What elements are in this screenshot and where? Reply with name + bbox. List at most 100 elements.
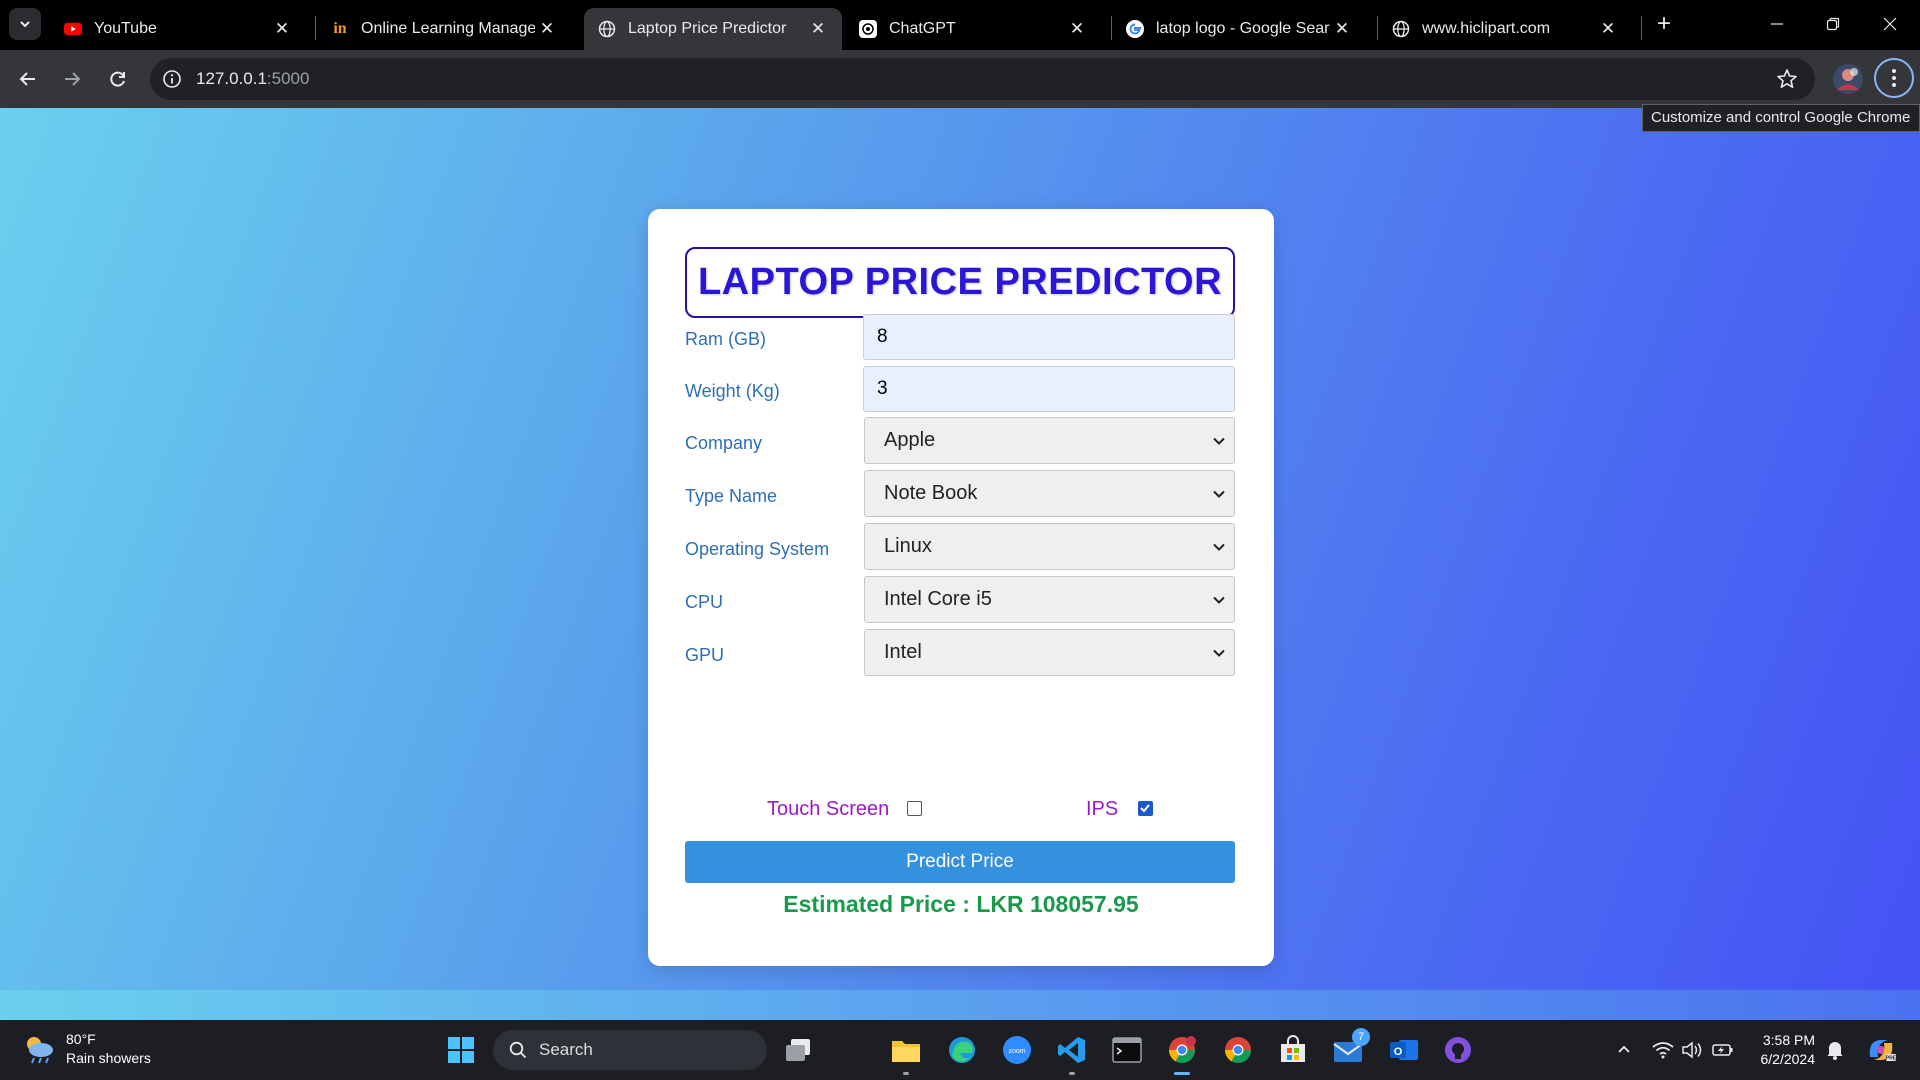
- chevron-down-icon: [20, 21, 30, 28]
- zoom-button[interactable]: zoom: [1001, 1034, 1033, 1066]
- ips-checkbox[interactable]: [1138, 801, 1153, 816]
- chevron-down-icon: [1213, 649, 1225, 657]
- arrow-right-icon: [65, 72, 81, 86]
- bookmark-star-icon[interactable]: [1775, 67, 1799, 91]
- new-tab-button[interactable]: +: [1650, 11, 1678, 39]
- vscode-button[interactable]: [1056, 1034, 1088, 1075]
- company-select-value: Apple: [884, 429, 936, 451]
- tab-hiclipart[interactable]: www.hiclipart.com ✕: [1378, 8, 1632, 50]
- search-icon: [509, 1041, 527, 1059]
- chevron-down-icon: [1213, 543, 1225, 551]
- gpu-select-value: Intel: [884, 641, 922, 663]
- show-hidden-icons-button[interactable]: [1612, 1038, 1636, 1062]
- cpu-label: CPU: [685, 592, 724, 612]
- chrome-profile-button[interactable]: [1166, 1034, 1198, 1075]
- site-info-icon[interactable]: [162, 69, 182, 89]
- battery-button[interactable]: [1711, 1038, 1735, 1062]
- terminal-button[interactable]: [1111, 1034, 1143, 1066]
- clock-time: 3:58 PM: [1762, 1032, 1815, 1048]
- battery-charging-icon: [1712, 1044, 1733, 1056]
- reload-button[interactable]: [102, 63, 134, 95]
- copilot-icon: PRE: [1869, 1040, 1896, 1062]
- system-clock[interactable]: 3:58 PM 6/2/2024: [1755, 1031, 1816, 1069]
- company-select[interactable]: Apple: [864, 417, 1235, 464]
- tab-search-button[interactable]: [9, 8, 41, 40]
- task-view-button[interactable]: [782, 1034, 814, 1066]
- speaker-icon: [1682, 1041, 1702, 1059]
- tab-laptop-price-predictor[interactable]: Laptop Price Predictor ✕: [584, 8, 842, 50]
- active-indicator: [1174, 1072, 1190, 1075]
- close-icon[interactable]: ✕: [1596, 19, 1620, 39]
- minimize-button[interactable]: [1754, 8, 1800, 40]
- github-icon: [1445, 1037, 1471, 1063]
- notifications-button[interactable]: [1823, 1038, 1847, 1062]
- lms-icon: in: [333, 20, 347, 37]
- type-name-select-value: Note Book: [884, 482, 978, 504]
- address-bar[interactable]: 127.0.0.1:5000: [150, 58, 1815, 100]
- tab-chatgpt[interactable]: ChatGPT ✕: [845, 8, 1101, 50]
- estimated-price-text: Estimated Price : LKR 108057.95: [783, 891, 1139, 917]
- close-icon[interactable]: ✕: [806, 19, 830, 39]
- store-button[interactable]: [1277, 1034, 1309, 1066]
- folder-icon: [892, 1041, 920, 1062]
- os-select[interactable]: Linux: [864, 523, 1235, 570]
- file-explorer-button[interactable]: [890, 1034, 922, 1075]
- start-button[interactable]: [445, 1034, 477, 1066]
- github-button[interactable]: [1442, 1034, 1474, 1066]
- edge-icon: [949, 1037, 975, 1063]
- outlook-button[interactable]: O: [1388, 1034, 1420, 1066]
- wifi-icon: [1652, 1042, 1674, 1059]
- restore-button[interactable]: [1810, 8, 1856, 40]
- tab-separator: [1641, 16, 1642, 40]
- profile-avatar[interactable]: [1832, 63, 1864, 95]
- menu-tooltip: Customize and control Google Chrome: [1642, 104, 1920, 132]
- store-icon: [1281, 1035, 1305, 1062]
- tab-google-search[interactable]: latop logo - Google Search ✕: [1112, 8, 1366, 50]
- ram-input[interactable]: 8: [863, 314, 1235, 360]
- close-icon[interactable]: ✕: [1065, 19, 1089, 39]
- type-name-select[interactable]: Note Book: [864, 470, 1235, 517]
- mail-badge: 7: [1352, 1028, 1370, 1046]
- tab-title: Online Learning Managem: [361, 20, 535, 37]
- chrome-icon: [1168, 1036, 1196, 1064]
- wifi-button[interactable]: [1651, 1038, 1675, 1062]
- google-icon: [1126, 20, 1144, 38]
- touch-screen-label: Touch Screen: [767, 798, 890, 820]
- terminal-icon: [1112, 1037, 1142, 1063]
- chrome-button[interactable]: [1222, 1034, 1254, 1066]
- volume-button[interactable]: [1680, 1038, 1704, 1062]
- chrome-menu-button[interactable]: [1874, 58, 1914, 98]
- svg-text:PRE: PRE: [1886, 1056, 1896, 1062]
- close-icon[interactable]: ✕: [1330, 19, 1354, 39]
- close-window-button[interactable]: [1867, 8, 1913, 40]
- tab-lms[interactable]: in Online Learning Managem ✕: [317, 8, 571, 50]
- close-icon[interactable]: ✕: [270, 19, 294, 39]
- tab-youtube[interactable]: YouTube ✕: [50, 8, 306, 50]
- forward-button[interactable]: [56, 63, 88, 95]
- weather-widget[interactable]: 80°F Rain showers: [22, 1030, 151, 1068]
- cpu-select[interactable]: Intel Core i5: [864, 576, 1235, 623]
- close-icon[interactable]: ✕: [535, 19, 559, 39]
- outlook-icon: O: [1390, 1040, 1418, 1060]
- back-button[interactable]: [12, 63, 44, 95]
- gpu-select[interactable]: Intel: [864, 629, 1235, 676]
- mail-button[interactable]: 7: [1332, 1028, 1370, 1066]
- tab-title: Laptop Price Predictor: [628, 20, 787, 37]
- edge-button[interactable]: [946, 1034, 978, 1066]
- windows-logo-icon: [448, 1037, 474, 1063]
- open-indicator: [1069, 1072, 1075, 1075]
- zoom-icon: zoom: [1003, 1036, 1031, 1064]
- copilot-button[interactable]: PRE: [1866, 1035, 1896, 1065]
- weather-description: Rain showers: [66, 1050, 151, 1066]
- touch-screen-checkbox[interactable]: [907, 801, 922, 816]
- predict-price-button[interactable]: Predict Price: [685, 841, 1235, 883]
- task-view-icon: [786, 1039, 810, 1061]
- taskbar-search[interactable]: Search: [493, 1030, 767, 1070]
- os-label: Operating System: [685, 539, 830, 559]
- os-select-value: Linux: [884, 535, 932, 557]
- weight-input[interactable]: 3: [863, 366, 1235, 412]
- page-background: LAPTOP PRICE PREDICTOR Ram (GB) 8 Weight…: [0, 108, 1920, 1020]
- cpu-select-value: Intel Core i5: [884, 588, 992, 610]
- company-label: Company: [685, 433, 763, 453]
- weight-label: Weight (Kg): [685, 381, 780, 401]
